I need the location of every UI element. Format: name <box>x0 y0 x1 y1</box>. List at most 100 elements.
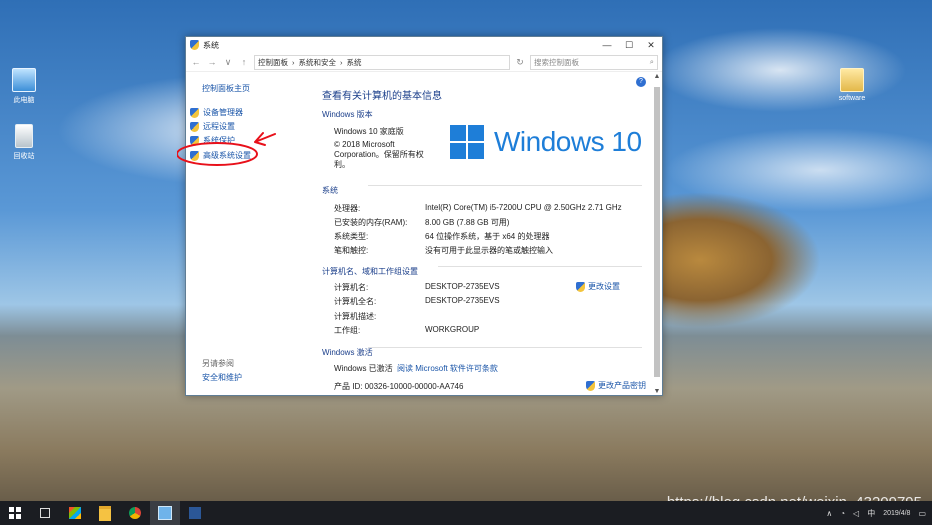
search-icon: ⌕ <box>649 57 654 66</box>
window-title: 系统 <box>203 40 219 50</box>
folder-icon <box>99 505 111 521</box>
search-placeholder: 搜索控制面板 <box>534 57 579 67</box>
system-value: 没有可用于此显示器的笔或触控输入 <box>425 246 553 255</box>
folder-icon <box>840 68 864 92</box>
activation-status: Windows 已激活 <box>334 364 393 373</box>
shield-icon <box>586 380 595 391</box>
sidebar-item-advanced-settings[interactable]: 高级系统设置 <box>190 150 251 161</box>
network-icon[interactable]: ◔ <box>840 509 845 518</box>
sidebar-item-system-protection[interactable]: 系统保护 <box>190 135 235 146</box>
license-terms-link[interactable]: 阅读 Microsoft 软件许可条款 <box>397 363 498 374</box>
refresh-button[interactable]: ↻ <box>514 57 526 68</box>
windows-logo: Windows 10 <box>450 125 642 159</box>
desktop-icon-software[interactable]: software <box>832 68 872 102</box>
desktop-icon-label: software <box>838 95 866 102</box>
computer-value: DESKTOP-2735EVS <box>425 296 500 305</box>
back-button[interactable]: ← <box>190 57 202 67</box>
maximize-button[interactable]: ☐ <box>618 40 640 51</box>
taskbar-chrome[interactable] <box>120 501 150 525</box>
system-value: 64 位操作系统，基于 x64 的处理器 <box>425 232 550 241</box>
main-content: ? 查看有关计算机的基本信息 Windows 版本 Windows 10 家庭版… <box>310 73 650 395</box>
address-bar: ← → ∨ ↑ 控制面板 › 系统和安全 › 系统 ↻ 搜索控制面板 ⌕ <box>186 53 662 72</box>
scroll-up-icon[interactable]: ▲ <box>652 73 662 80</box>
security-maintenance-link[interactable]: 安全和维护 <box>202 372 242 383</box>
forward-button[interactable]: → <box>206 57 218 67</box>
section-edition: Windows 版本 <box>322 110 373 119</box>
computer-label: 工作组: <box>334 326 361 335</box>
desktop-icon-this-pc[interactable]: 此电脑 <box>4 68 44 105</box>
title-bar[interactable]: 系统 — ☐ ✕ <box>186 37 662 53</box>
shield-icon <box>190 121 199 132</box>
recycle-bin-icon <box>15 124 33 148</box>
sidebar: 控制面板主页 设备管理器 远程设置 系统保护 高级系统设置 另请参阅 安全和维护 <box>186 73 296 395</box>
computer-label: 计算机描述: <box>334 312 377 321</box>
product-id: 产品 ID: 00326-10000-00000-AA746 <box>334 382 464 391</box>
taskbar-store[interactable] <box>60 501 90 525</box>
breadcrumb[interactable]: 控制面板 › 系统和安全 › 系统 <box>254 54 510 70</box>
breadcrumb-item[interactable]: 系统和安全 <box>299 57 337 68</box>
shield-icon <box>190 135 199 146</box>
notifications-icon[interactable]: ▭ <box>918 509 926 518</box>
taskbar-control-panel[interactable] <box>150 501 180 525</box>
task-view-button[interactable] <box>30 501 60 525</box>
system-label: 笔和触控: <box>334 246 369 255</box>
computer-label: 计算机全名: <box>334 297 377 306</box>
computer-value: WORKGROUP <box>425 325 480 334</box>
taskbar-word[interactable] <box>180 501 210 525</box>
section-system: 系统 <box>322 186 338 195</box>
help-icon[interactable]: ? <box>636 77 646 87</box>
shield-icon <box>190 107 199 118</box>
up-button[interactable]: ↑ <box>238 57 250 67</box>
desktop-icon-label: 回收站 <box>13 153 35 160</box>
chrome-icon <box>129 507 141 519</box>
store-icon <box>69 507 81 519</box>
section-computer-name: 计算机名、域和工作组设置 <box>322 267 418 276</box>
system-label: 系统类型: <box>334 232 369 241</box>
taskbar-file-explorer[interactable] <box>90 501 120 525</box>
system-label: 处理器: <box>334 204 361 213</box>
vertical-scrollbar[interactable]: ▲ ▼ <box>652 73 662 395</box>
change-settings-link[interactable]: 更改设置 <box>576 281 620 292</box>
system-icon <box>190 40 199 50</box>
system-label: 已安装的内存(RAM): <box>334 218 408 227</box>
taskbar: ∧ ◔ ◁ 中 2019/4/8 ▭ <box>0 501 932 525</box>
volume-icon[interactable]: ◁ <box>853 509 859 518</box>
see-also-label: 另请参阅 <box>202 359 234 368</box>
desktop-icon-label: 此电脑 <box>13 97 35 104</box>
ime-indicator[interactable]: 中 <box>867 508 875 519</box>
sidebar-home-link[interactable]: 控制面板主页 <box>202 83 250 94</box>
sidebar-item-device-manager[interactable]: 设备管理器 <box>190 107 243 118</box>
close-button[interactable]: ✕ <box>640 40 662 51</box>
windows-start-icon <box>9 507 21 519</box>
system-tray: ∧ ◔ ◁ 中 2019/4/8 ▭ <box>826 508 932 519</box>
breadcrumb-item[interactable]: 系统 <box>347 57 362 68</box>
change-product-key-link[interactable]: 更改产品密钥 <box>586 380 646 391</box>
date-label: 2019/4/8 <box>883 509 911 517</box>
scroll-down-icon[interactable]: ▼ <box>652 388 662 395</box>
control-panel-icon <box>158 506 172 520</box>
page-title: 查看有关计算机的基本信息 <box>322 91 442 102</box>
desktop-icon-recycle-bin[interactable]: 回收站 <box>4 124 44 161</box>
windows-flag-icon <box>450 125 484 159</box>
windows-logo-text: Windows 10 <box>494 126 642 157</box>
minimize-button[interactable]: — <box>596 40 618 51</box>
word-icon <box>189 507 201 519</box>
task-view-icon <box>40 508 50 518</box>
recent-locations-button[interactable]: ∨ <box>222 57 234 68</box>
edition-name: Windows 10 家庭版 <box>334 127 404 136</box>
start-button[interactable] <box>0 501 30 525</box>
sidebar-item-remote-settings[interactable]: 远程设置 <box>190 121 235 132</box>
tray-chevron-icon[interactable]: ∧ <box>826 509 832 518</box>
clock[interactable]: 2019/4/8 <box>883 509 910 518</box>
edition-copyright: © 2018 Microsoft Corporation。保留所有权利。 <box>334 140 424 169</box>
search-input[interactable]: 搜索控制面板 ⌕ <box>530 54 658 70</box>
scroll-thumb[interactable] <box>654 87 660 377</box>
system-value: Intel(R) Core(TM) i5-7200U CPU @ 2.50GHz… <box>425 203 622 212</box>
breadcrumb-item[interactable]: 控制面板 <box>258 57 288 68</box>
section-activation: Windows 激活 <box>322 348 373 357</box>
system-window: 系统 — ☐ ✕ ← → ∨ ↑ 控制面板 › 系统和安全 › 系统 ↻ 搜索控制面… <box>185 36 663 396</box>
system-value: 8.00 GB (7.88 GB 可用) <box>425 218 510 227</box>
computer-icon <box>12 68 36 92</box>
computer-label: 计算机名: <box>334 283 369 292</box>
shield-icon <box>576 281 585 292</box>
